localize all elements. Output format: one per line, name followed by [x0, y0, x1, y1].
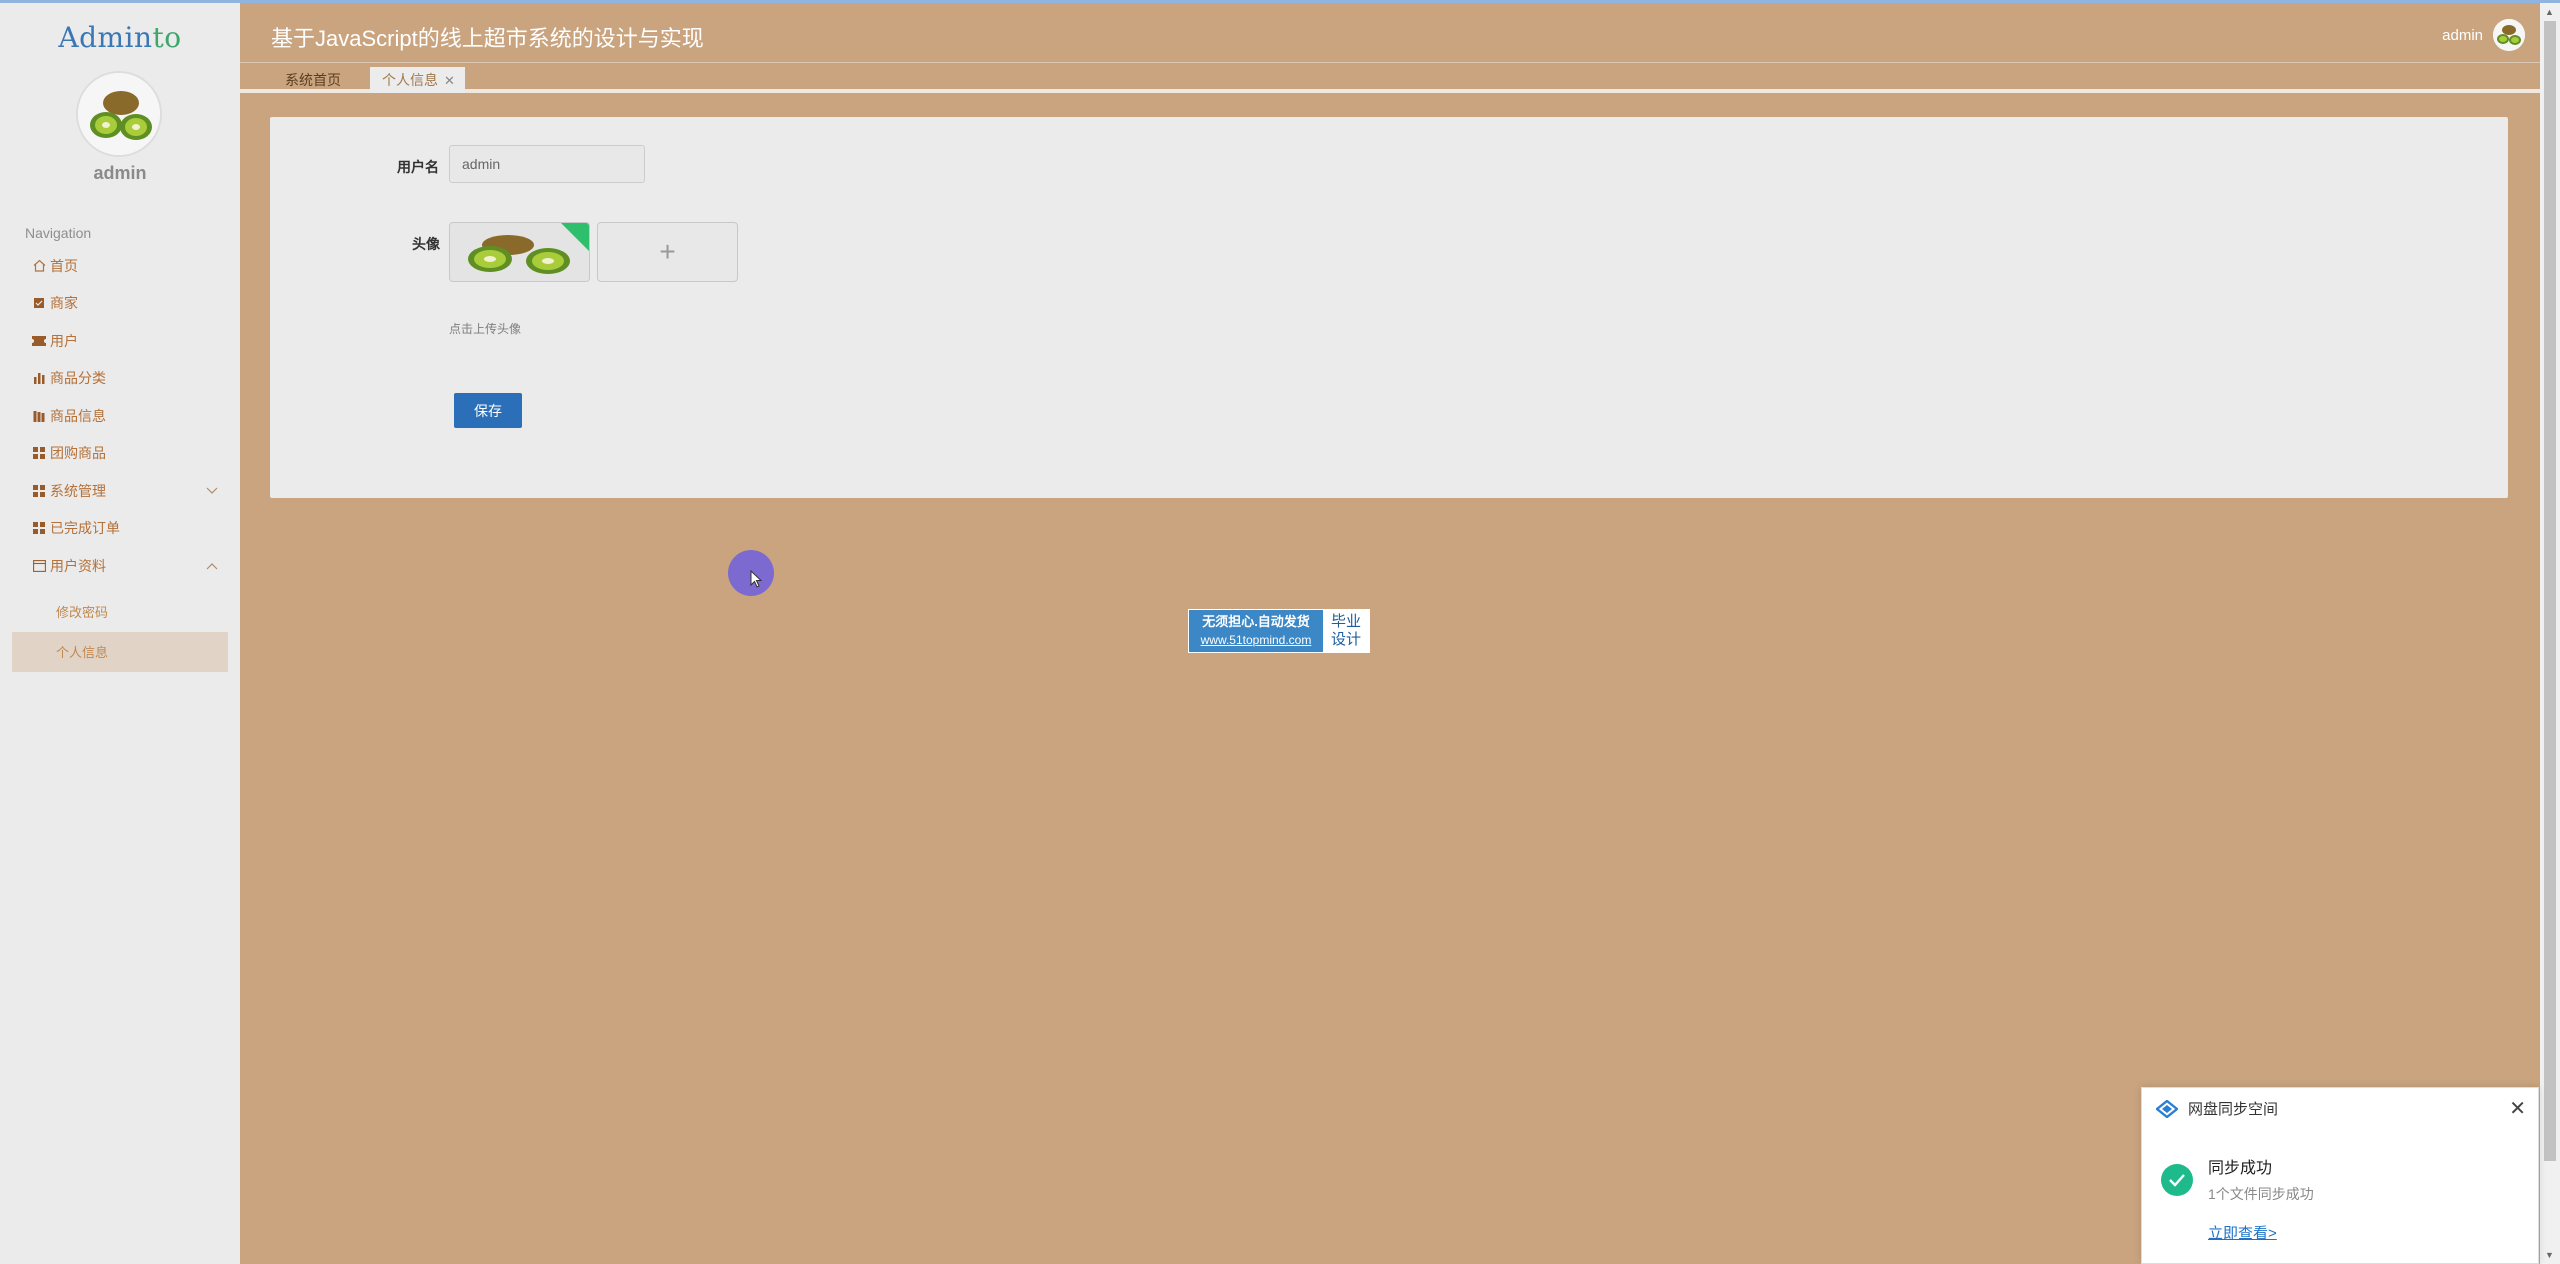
sidebar-item-label: 首页 — [50, 257, 78, 274]
sidebar-item-home[interactable]: 首页 — [0, 247, 240, 285]
sidebar-username: admin — [93, 163, 147, 183]
check-icon — [2161, 1164, 2193, 1196]
grid-icon — [32, 484, 46, 498]
sidebar-item-groupbuy[interactable]: 团购商品 — [0, 435, 240, 473]
sidebar-subitem-change-password[interactable]: 修改密码 — [0, 592, 240, 632]
sidebar-item-system[interactable]: 系统管理 — [0, 472, 240, 510]
upload-hint: 点击上传头像 — [449, 322, 522, 336]
page-title: 基于JavaScript的线上超市系统的设计与实现 — [271, 26, 704, 51]
sidebar: Adminto admin Navigation 首页 商家 用户 商品分类 商… — [0, 3, 240, 1264]
notification-title: 同步成功 — [2208, 1160, 2273, 1177]
scroll-up-arrow-icon[interactable]: ▲ — [2545, 7, 2554, 17]
watermark-text-top: 毕业 — [1330, 613, 1361, 630]
sidebar-item-category[interactable]: 商品分类 — [0, 360, 240, 398]
sidebar-item-label: 已完成订单 — [50, 520, 120, 537]
avatar[interactable] — [2493, 19, 2525, 51]
sidebar-item-label: 系统管理 — [50, 482, 106, 499]
sidebar-subitem-label: 个人信息 — [56, 645, 109, 660]
sidebar-item-label: 团购商品 — [50, 445, 106, 462]
plus-icon: + — [659, 236, 676, 267]
watermark-left: 无须担心.自动发货 www.51topmind.com — [1189, 610, 1323, 652]
sidebar-item-label: 用户资料 — [50, 557, 106, 574]
sync-notification: 网盘同步空间 ✕ 同步成功 1个文件同步成功 立即查看> — [2141, 1087, 2539, 1264]
avatar-label: 头像 — [412, 236, 440, 252]
tab-label: 个人信息 — [382, 72, 438, 88]
sidebar-item-label: 商家 — [50, 295, 78, 312]
sidebar-item-merchant[interactable]: 商家 — [0, 285, 240, 323]
sidebar-avatar — [76, 71, 162, 157]
top-header: 基于JavaScript的线上超市系统的设计与实现 admin — [240, 3, 2540, 63]
store-icon — [32, 296, 46, 310]
header-username[interactable]: admin — [2442, 27, 2483, 44]
chevron-up-icon — [206, 559, 218, 573]
sidebar-item-label: 商品分类 — [50, 370, 106, 387]
sidebar-item-profile[interactable]: 用户资料 — [0, 547, 240, 585]
save-button[interactable]: 保存 — [454, 393, 522, 428]
selected-corner-marker — [561, 223, 589, 251]
home-icon — [32, 259, 46, 273]
notification-subtitle: 1个文件同步成功 — [2208, 1186, 2314, 1202]
watermark-url: www.51topmind.com — [1200, 633, 1312, 647]
cloud-sync-logo-icon — [2156, 1099, 2178, 1118]
sidebar-subitem-personal-info[interactable]: 个人信息 — [12, 631, 228, 672]
close-icon[interactable]: ✕ — [444, 73, 455, 88]
app-logo[interactable]: Adminto — [0, 21, 240, 54]
sidebar-item-label: 用户 — [50, 332, 78, 349]
logo-text: Admin — [58, 21, 153, 54]
upload-avatar-button[interactable]: + — [597, 222, 738, 282]
username-label: 用户名 — [397, 159, 439, 175]
sidebar-item-label: 商品信息 — [50, 407, 106, 424]
notification-app-name: 网盘同步空间 — [2188, 1101, 2279, 1118]
page-scrollbar[interactable]: ▲ ▼ — [2540, 3, 2560, 1264]
sidebar-item-orders[interactable]: 已完成订单 — [0, 510, 240, 548]
scroll-down-arrow-icon[interactable]: ▼ — [2545, 1250, 2554, 1260]
logo-accent-text: to — [152, 21, 182, 54]
tab-system-home[interactable]: 系统首页 — [273, 67, 353, 93]
close-icon[interactable]: ✕ — [2509, 1096, 2526, 1121]
watermark-badge[interactable]: 无须担心.自动发货 www.51topmind.com 毕业 设计 — [1188, 609, 1370, 653]
sidebar-subitem-label: 修改密码 — [56, 605, 109, 620]
sidebar-nav: 首页 商家 用户 商品分类 商品信息 团购商品 系统管理 已完成订单 用户资料 … — [0, 247, 240, 672]
watermark-text-bottom: 设计 — [1330, 631, 1361, 648]
tab-label: 系统首页 — [285, 72, 341, 88]
tab-bar: 系统首页 个人信息 ✕ — [240, 63, 2540, 93]
view-now-link[interactable]: 立即查看> — [2208, 1222, 2277, 1243]
scroll-thumb[interactable] — [2544, 21, 2556, 1161]
username-field[interactable]: admin — [449, 145, 645, 183]
profile-form-card: 用户名 admin 头像 + 点击上传头像 保存 — [270, 117, 2508, 498]
grid-icon — [32, 521, 46, 535]
nav-section-title: Navigation — [25, 225, 92, 241]
watermark-right: 毕业 设计 — [1323, 610, 1369, 652]
watermark-slogan: 无须担心.自动发货 — [1202, 614, 1310, 629]
chevron-down-icon — [206, 484, 218, 498]
avatar-preview[interactable] — [449, 222, 590, 282]
books-icon — [32, 409, 46, 423]
ticket-icon — [32, 334, 46, 348]
mouse-pointer-icon — [750, 570, 763, 588]
notification-header: 网盘同步空间 — [2156, 1098, 2278, 1119]
sidebar-item-goods[interactable]: 商品信息 — [0, 397, 240, 435]
profile-card-icon — [32, 559, 46, 573]
sidebar-item-user[interactable]: 用户 — [0, 322, 240, 360]
tab-personal-info[interactable]: 个人信息 ✕ — [370, 67, 465, 93]
user-menu[interactable]: admin — [2442, 19, 2525, 51]
bar-chart-icon — [32, 371, 46, 385]
grid-icon — [32, 446, 46, 460]
